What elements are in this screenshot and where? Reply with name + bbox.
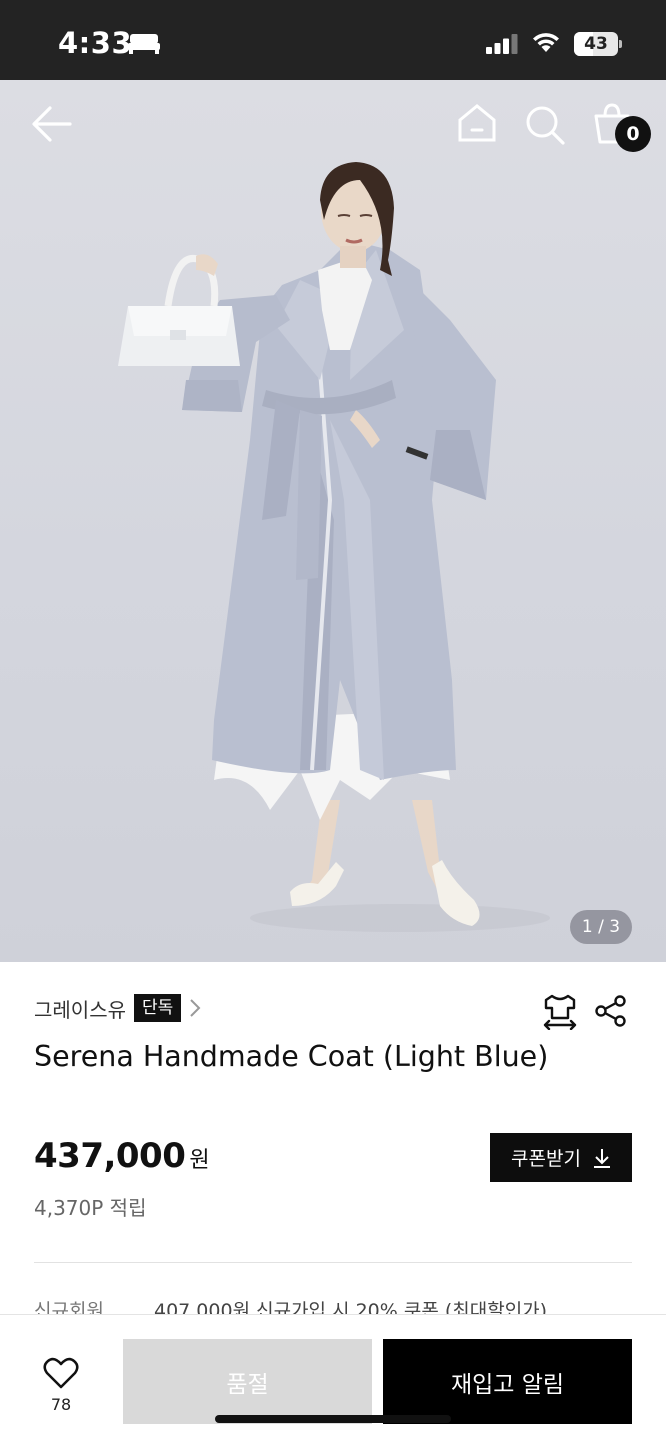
brand-link[interactable]: 그레이스유 단독 (34, 992, 201, 1024)
status-time: 4:33 (58, 26, 133, 60)
restock-label: 재입고 알림 (450, 1371, 565, 1398)
reward-points: 4,370P 적립 (34, 1196, 147, 1220)
status-bar: 4:33 43 (0, 0, 666, 80)
battery-icon: 43 (574, 32, 618, 56)
model-photo (118, 162, 550, 932)
home-button[interactable] (456, 102, 498, 144)
divider (34, 1262, 632, 1263)
brand-name: 그레이스유 (34, 997, 126, 1022)
battery-level: 43 (584, 34, 608, 54)
wishlist-count: 78 (50, 1395, 72, 1414)
coupon-label: 쿠폰받기 (511, 1148, 581, 1170)
wifi-icon (533, 33, 559, 52)
battery-tip (619, 40, 622, 48)
price-row: 437,000 원 (34, 1136, 210, 1176)
cart-count-badge: 0 (615, 116, 651, 152)
home-indicator (215, 1415, 451, 1423)
price: 437,000 (34, 1136, 186, 1176)
download-icon (593, 1148, 610, 1168)
price-unit: 원 (189, 1148, 210, 1173)
soldout-button: 품절 (123, 1339, 372, 1424)
size-guide-icon[interactable] (542, 992, 578, 1030)
product-image[interactable]: 0 1 / 3 (0, 80, 666, 962)
chevron-right-icon (190, 999, 201, 1017)
search-button[interactable] (524, 104, 566, 146)
bed-icon (128, 34, 160, 54)
back-button[interactable] (30, 104, 74, 144)
product-title: Serena Handmade Coat (Light Blue) (34, 1040, 549, 1073)
exclusive-badge: 단독 (134, 994, 182, 1022)
signal-icon (486, 34, 518, 54)
coupon-download-button[interactable]: 쿠폰받기 (490, 1133, 632, 1182)
restock-alert-button[interactable]: 재입고 알림 (383, 1339, 632, 1424)
share-icon[interactable] (594, 994, 628, 1028)
soldout-label: 품절 (226, 1371, 269, 1398)
wishlist-button[interactable]: 78 (30, 1351, 92, 1414)
image-counter: 1 / 3 (570, 910, 632, 944)
heart-icon (43, 1357, 79, 1389)
